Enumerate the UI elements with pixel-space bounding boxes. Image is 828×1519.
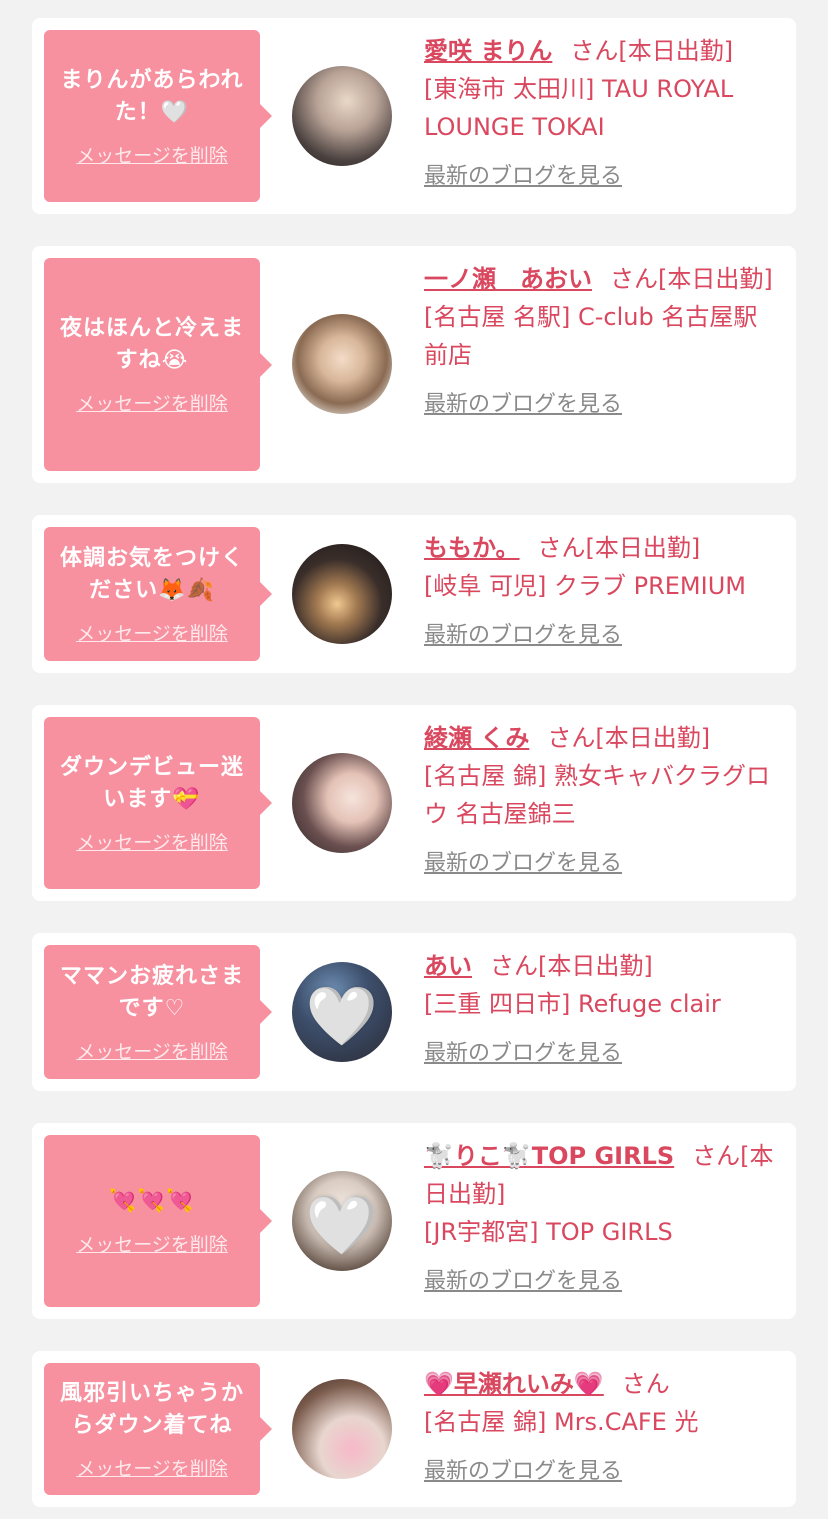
message-text: 体調お気をつけください🦊🍂 [59,545,244,603]
cast-name-link[interactable]: 🐩りこ🐩TOP GIRLS [424,1142,674,1170]
status-text: [本日出勤] [658,265,773,293]
message-bubble: 💘💘💘 メッセージを削除 [44,1135,272,1307]
cast-name-link[interactable]: 綾瀬 くみ [424,724,529,752]
status-text: [本日出勤] [618,37,734,65]
avatar[interactable] [292,1379,392,1479]
message-text: 風邪引いちゃうからダウン着てね [59,1380,244,1438]
status-text: [本日出勤] [538,952,653,980]
message-text: ダウンデビュー迷います💝 [59,754,244,812]
avatar[interactable] [292,753,392,853]
delete-message-link[interactable]: メッセージを削除 [76,141,228,168]
store-text: [JR宇都宮] TOP GIRLS [424,1218,673,1246]
message-text: 💘💘💘 [109,1188,195,1214]
cast-info: 愛咲 まりん さん[本日出勤] [東海市 太田川] TAU ROYAL LOUNG… [424,32,780,196]
delete-message-link[interactable]: メッセージを削除 [76,1037,228,1064]
blog-link[interactable]: 最新のブログを見る [424,1453,622,1491]
cast-info: 一ノ瀬 あおい さん[本日出勤] [名古屋 名駅] C-club 名古屋駅前店 最… [424,260,780,424]
message-card: 風邪引いちゃうからダウン着てね メッセージを削除 💗早瀬れいみ💗 さん [名古屋 … [32,1351,796,1507]
message-card: ダウンデビュー迷います💝 メッセージを削除 綾瀬 くみ さん[本日出勤] [名古屋… [32,705,796,901]
message-card: 夜はほんと冷えますね😭 メッセージを削除 一ノ瀬 あおい さん[本日出勤] [名古… [32,246,796,483]
delete-message-link[interactable]: メッセージを削除 [76,828,228,855]
avatar[interactable] [292,544,392,644]
cast-info: ももか。 さん[本日出勤] [岐阜 可児] クラブ PREMIUM 最新のブログを… [424,529,780,655]
cast-info: 🐩りこ🐩TOP GIRLS さん[本日出勤] [JR宇都宮] TOP GIRLS … [424,1137,780,1301]
store-text: [岐阜 可児] クラブ PREMIUM [424,572,746,600]
honorific: さん [547,724,596,752]
message-bubble: 風邪引いちゃうからダウン着てね メッセージを削除 [44,1363,272,1495]
delete-message-link[interactable]: メッセージを削除 [76,619,228,646]
heart-icon: 🤍 [305,982,379,1050]
message-bubble: ママンお疲れさまです♡ メッセージを削除 [44,945,272,1079]
blog-link[interactable]: 最新のブログを見る [424,1035,622,1073]
message-bubble: まりんがあらわれた！🤍 メッセージを削除 [44,30,272,202]
blog-link[interactable]: 最新のブログを見る [424,158,622,196]
cast-name-link[interactable]: 一ノ瀬 あおい [424,265,592,293]
delete-message-link[interactable]: メッセージを削除 [76,1230,228,1257]
message-text: ママンお疲れさまです♡ [59,963,244,1021]
message-card: 体調お気をつけください🦊🍂 メッセージを削除 ももか。 さん[本日出勤] [岐阜 … [32,515,796,673]
cast-name-link[interactable]: あい [424,952,472,980]
honorific: さん [621,1370,670,1398]
honorific: さん [490,952,538,980]
cast-name-link[interactable]: 💗早瀬れいみ💗 [424,1370,604,1398]
status-text: [本日出勤] [585,534,701,562]
store-text: [東海市 太田川] TAU ROYAL LOUNGE TOKAI [424,75,734,141]
blog-link[interactable]: 最新のブログを見る [424,386,622,424]
cast-info: 💗早瀬れいみ💗 さん [名古屋 錦] Mrs.CAFE 光 最新のブログを見る [424,1365,780,1491]
store-text: [名古屋 名駅] C-club 名古屋駅前店 [424,303,758,369]
message-card: まりんがあらわれた！🤍 メッセージを削除 愛咲 まりん さん[本日出勤] [東海市… [32,18,796,214]
message-bubble: ダウンデビュー迷います💝 メッセージを削除 [44,717,272,889]
honorific: さん [570,37,619,65]
cast-name-link[interactable]: ももか。 [424,534,520,562]
message-text: 夜はほんと冷えますね😭 [59,316,244,373]
message-card: ママンお疲れさまです♡ メッセージを削除 🤍 あい さん[本日出勤] [三重 四日… [32,933,796,1091]
honorific: さん [692,1142,741,1170]
blog-link[interactable]: 最新のブログを見る [424,845,622,883]
avatar[interactable] [292,314,392,414]
blog-link[interactable]: 最新のブログを見る [424,617,622,655]
cast-info: あい さん[本日出勤] [三重 四日市] Refuge clair 最新のブログを… [424,947,780,1073]
cast-name-link[interactable]: 愛咲 まりん [424,37,552,65]
message-bubble: 夜はほんと冷えますね😭 メッセージを削除 [44,258,272,471]
message-text: まりんがあらわれた！🤍 [60,67,244,125]
honorific: さん [537,534,586,562]
avatar[interactable] [292,66,392,166]
delete-message-link[interactable]: メッセージを削除 [76,1454,228,1481]
message-card: 💘💘💘 メッセージを削除 🤍 🐩りこ🐩TOP GIRLS さん[本日出勤] [JR… [32,1123,796,1319]
store-text: [三重 四日市] Refuge clair [424,990,721,1018]
blog-link[interactable]: 最新のブログを見る [424,1263,622,1301]
store-text: [名古屋 錦] Mrs.CAFE 光 [424,1408,699,1436]
honorific: さん [610,265,658,293]
status-text: [本日出勤] [595,724,711,752]
cast-info: 綾瀬 くみ さん[本日出勤] [名古屋 錦] 熟女キャバクラグロウ 名古屋錦三 最… [424,719,780,883]
heart-icon: 🤍 [305,1191,379,1259]
message-bubble: 体調お気をつけください🦊🍂 メッセージを削除 [44,527,272,661]
store-text: [名古屋 錦] 熟女キャバクラグロウ 名古屋錦三 [424,762,770,828]
delete-message-link[interactable]: メッセージを削除 [76,389,228,416]
avatar[interactable]: 🤍 [292,1171,392,1271]
avatar[interactable]: 🤍 [292,962,392,1062]
